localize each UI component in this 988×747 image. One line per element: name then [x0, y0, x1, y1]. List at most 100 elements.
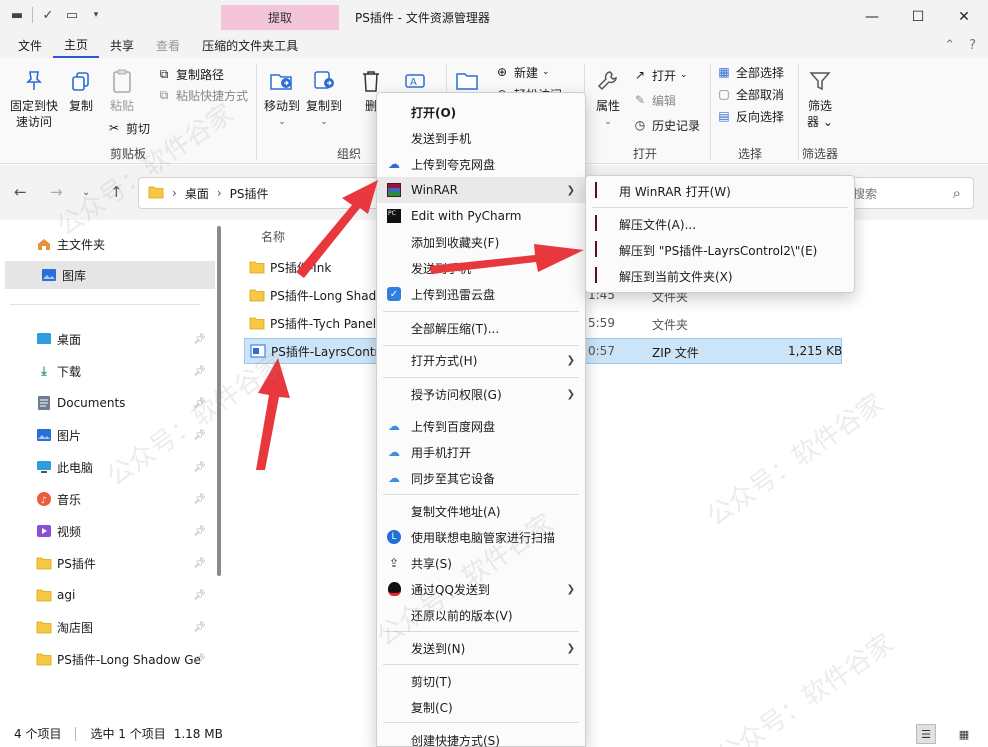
tiles-view-icon[interactable]: ▦: [954, 724, 974, 744]
cut-button[interactable]: ✂ 剪切: [106, 118, 150, 138]
pin-icon[interactable]: 📌︎: [193, 558, 206, 569]
breadcrumb-desktop[interactable]: 桌面: [185, 185, 209, 202]
pin-icon[interactable]: 📌︎: [193, 366, 206, 377]
winrar-icon: [595, 241, 611, 258]
properties-button[interactable]: 属性 ⌄: [590, 66, 626, 130]
edit-button[interactable]: ✎ 编辑: [632, 90, 676, 110]
select-none-label: 全部取消: [736, 87, 785, 102]
file-modified: 0:57: [588, 344, 615, 358]
tab-share[interactable]: 共享: [99, 33, 145, 58]
help-icon[interactable]: ?: [969, 38, 976, 53]
menu-item-add-favorites[interactable]: 添加到收藏夹(F): [377, 229, 585, 255]
nav-item-shop-images[interactable]: 淘店图 📌︎: [0, 613, 210, 641]
phone-link-icon: ☁: [388, 445, 400, 459]
clipboard-icon: [107, 66, 137, 96]
new-folder-icon[interactable]: ▭: [63, 6, 81, 24]
menu-item-open[interactable]: 打开(O): [377, 99, 585, 125]
move-to-button[interactable]: 移动到 ⌄: [262, 66, 302, 130]
menu-item-copy[interactable]: 复制(C): [377, 694, 585, 720]
menu-item-open-with[interactable]: 打开方式(H) ❯: [377, 347, 585, 373]
breadcrumb-ps-plugins[interactable]: PS插件: [230, 185, 269, 202]
pin-icon[interactable]: 📌︎: [193, 622, 206, 633]
select-group-label: 选择: [738, 147, 763, 161]
tab-compressed-tools[interactable]: 压缩的文件夹工具: [191, 33, 309, 58]
paste-shortcut-button[interactable]: ⧉ 粘贴快捷方式: [156, 85, 248, 105]
menu-item-extract-all[interactable]: 全部解压缩(T)...: [377, 315, 585, 341]
folder-icon: [36, 555, 52, 571]
invert-selection-label: 反向选择: [736, 109, 785, 124]
submenu-item-extract-to-folder[interactable]: 解压到 "PS插件-LayrsControl2\"(E): [586, 237, 854, 263]
open-button[interactable]: ↗ 打开 ⌄: [632, 65, 688, 85]
select-all-button[interactable]: ▦ 全部选择: [716, 62, 784, 82]
filter-button[interactable]: 筛选 器 ⌄: [804, 66, 836, 130]
pin-icon[interactable]: 📌︎: [193, 462, 206, 473]
pin-icon[interactable]: 📌︎: [193, 590, 206, 601]
chevron-down-icon[interactable]: ▾: [87, 6, 105, 24]
menu-item-thunder-upload[interactable]: ✓ 上传到迅雷云盘: [377, 281, 585, 307]
menu-item-quark-upload[interactable]: ☁ 上传到夸克网盘: [377, 151, 585, 177]
select-none-button[interactable]: ▢ 全部取消: [716, 84, 784, 104]
nav-item-agi[interactable]: agi 📌︎: [0, 581, 210, 609]
nav-item-videos[interactable]: 视频 📌︎: [0, 517, 210, 545]
pin-icon[interactable]: 📌︎: [193, 654, 206, 665]
nav-item-label: PS插件-Long Shadow Ge: [57, 652, 201, 667]
new-item-button[interactable]: ⊕ 新建 ⌄: [494, 62, 550, 82]
pin-icon[interactable]: 📌︎: [193, 526, 206, 537]
minimize-button[interactable]: —: [849, 0, 895, 33]
pin-icon[interactable]: 📌︎: [193, 494, 206, 505]
context-tab-extract[interactable]: 提取: [221, 5, 339, 30]
menu-item-copy-address[interactable]: 复制文件地址(A): [377, 498, 585, 524]
svg-text:♪: ♪: [41, 496, 47, 506]
menu-item-create-shortcut[interactable]: 创建快捷方式(S): [377, 727, 585, 747]
properties-icon[interactable]: ✓: [39, 6, 57, 24]
tab-file[interactable]: 文件: [7, 33, 53, 58]
close-button[interactable]: ✕: [941, 0, 987, 33]
nav-item-gallery[interactable]: 图库: [5, 261, 215, 289]
copy-button[interactable]: 复制: [64, 66, 98, 114]
menu-item-grant-access[interactable]: 授予访问权限(G) ❯: [377, 381, 585, 407]
nav-item-desktop[interactable]: 桌面 📌︎: [0, 325, 210, 353]
collapse-ribbon-icon[interactable]: ⌃: [944, 38, 955, 53]
baidu-cloud-icon: ☁: [388, 419, 400, 433]
tab-home[interactable]: 主页: [53, 33, 100, 58]
pin-quick-access-button[interactable]: 固定到快 速访问: [8, 66, 60, 130]
nav-item-music[interactable]: ♪ 音乐 📌︎: [0, 485, 210, 513]
history-button[interactable]: ◷ 历史记录: [632, 115, 700, 135]
paste-button[interactable]: 粘贴: [104, 66, 140, 114]
menu-item-pycharm[interactable]: PC Edit with PyCharm: [377, 203, 585, 229]
pin-icon[interactable]: 📌︎: [193, 334, 206, 345]
menu-item-send-to-phone[interactable]: 发送到手机: [377, 125, 585, 151]
details-view-icon[interactable]: ☰: [916, 724, 936, 744]
filter-sub-label: 器 ⌄: [807, 115, 833, 129]
menu-item-cut[interactable]: 剪切(T): [377, 668, 585, 694]
back-arrow-icon[interactable]: ←: [14, 183, 27, 201]
nav-item-downloads[interactable]: ⤓ 下载 📌︎: [0, 357, 210, 385]
forward-arrow-icon[interactable]: →: [50, 183, 63, 201]
copy-to-button[interactable]: 复制到 ⌄: [304, 66, 344, 130]
file-explorer-window: { "window": { "title": "PS插件 - 文件资源管理器",…: [0, 0, 988, 747]
tab-view[interactable]: 查看: [145, 33, 191, 58]
pin-label-2: 速访问: [15, 115, 52, 129]
pycharm-icon: PC: [386, 208, 402, 224]
cut-label: 剪切: [126, 121, 151, 136]
menu-item-send-to-phone-2[interactable]: 发送到手机: [377, 255, 585, 281]
context-menu: 打开(O) 发送到手机 ☁ 上传到夸克网盘 WinRAR ❯ PC Edit with…: [376, 92, 586, 747]
submenu-item-extract-here[interactable]: 解压到当前文件夹(X): [586, 263, 854, 289]
nav-item-home[interactable]: 主文件夹: [0, 230, 210, 258]
menu-item-baidu-upload[interactable]: ☁ 上传到百度网盘: [377, 413, 585, 439]
copy-path-button[interactable]: ⧉ 复制路径: [156, 64, 224, 84]
nav-item-label: PS插件: [57, 556, 96, 571]
submenu-item-open-winrar[interactable]: 用 WinRAR 打开(W): [586, 178, 854, 204]
menu-item-winrar[interactable]: WinRAR ❯: [377, 177, 585, 203]
submenu-arrow-icon: ❯: [566, 354, 575, 366]
nav-item-long-shadow[interactable]: PS插件-Long Shadow Ge 📌︎: [0, 645, 210, 673]
column-header-name[interactable]: 名称: [261, 228, 285, 245]
copy-label: 复制: [68, 99, 93, 113]
nav-item-ps-plugins[interactable]: PS插件 📌︎: [0, 549, 210, 577]
invert-selection-button[interactable]: ▤ 反向选择: [716, 106, 784, 126]
maximize-button[interactable]: ☐: [895, 0, 941, 33]
menu-item-open-phone[interactable]: ☁ 用手机打开: [377, 439, 585, 465]
nav-item-label: 淘店图: [57, 620, 94, 635]
menu-item-sync-devices[interactable]: ☁ 同步至其它设备: [377, 465, 585, 491]
submenu-item-extract-files[interactable]: 解压文件(A)...: [586, 211, 854, 237]
